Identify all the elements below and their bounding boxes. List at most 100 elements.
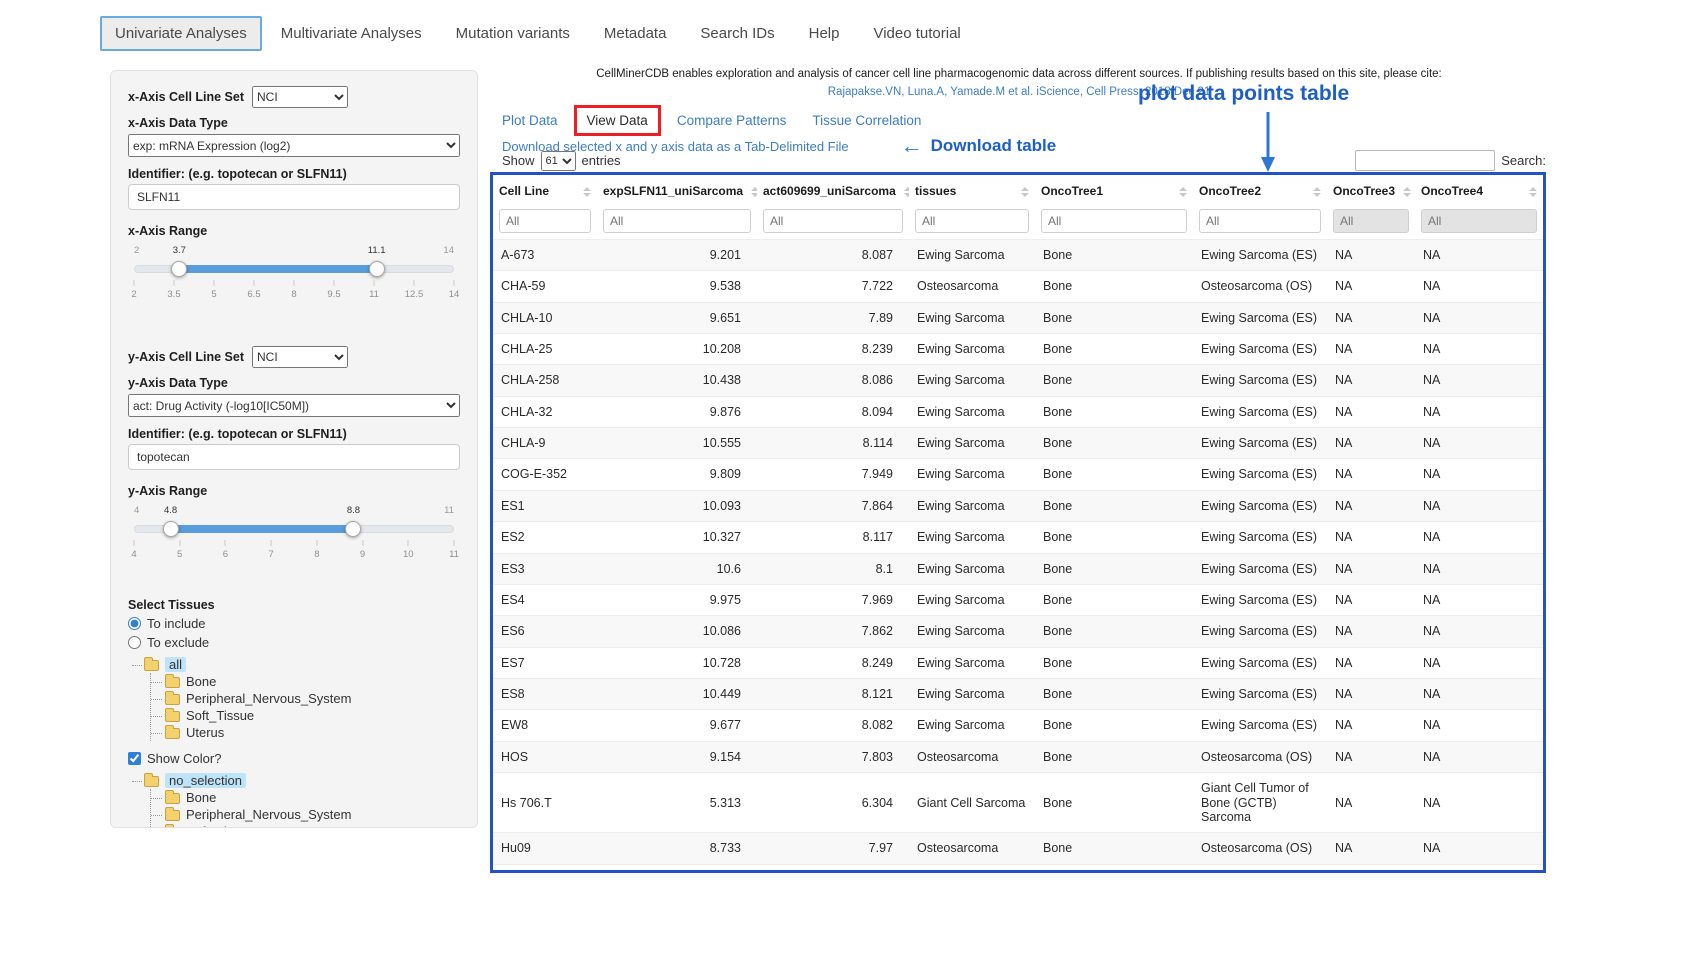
table-cell: Ewing Sarcoma (ES) <box>1193 396 1327 427</box>
citation-text: CellMinerCDB enables exploration and ana… <box>492 66 1546 84</box>
table-cell: NA <box>1415 647 1543 678</box>
slider-tick-label: 8 <box>291 289 296 300</box>
sort-icon[interactable] <box>1529 187 1537 197</box>
tree-node-soft-tissue[interactable]: Soft_Tissue <box>151 707 460 724</box>
folder-icon <box>165 677 180 688</box>
table-cell: NA <box>1327 239 1415 270</box>
table-cell: Bone <box>1035 490 1193 521</box>
slider-handle-from[interactable] <box>163 521 179 537</box>
table-cell: NA <box>1327 522 1415 553</box>
filter-input-act[interactable] <box>763 209 903 233</box>
sort-icon[interactable] <box>583 187 591 197</box>
table-cell: NA <box>1415 773 1543 833</box>
search-input[interactable] <box>1355 150 1495 171</box>
table-cell: Ewing Sarcoma (ES) <box>1193 710 1327 741</box>
table-cell: NA <box>1327 553 1415 584</box>
tree-node-label: Uterus <box>186 725 224 740</box>
table-cell: 8.1 <box>757 553 909 584</box>
table-cell: 8.086 <box>757 365 909 396</box>
tab-univariate-analyses[interactable]: Univariate Analyses <box>100 16 262 51</box>
y-identifier-input[interactable] <box>128 444 460 470</box>
table-cell: Ewing Sarcoma (ES) <box>1193 647 1327 678</box>
y-data-type-label: y-Axis Data Type <box>128 376 460 390</box>
tree-node-no-selection[interactable]: no_selection <box>130 772 460 789</box>
sort-icon[interactable] <box>904 187 909 197</box>
slider-tick <box>174 280 175 286</box>
slider-handle-to[interactable] <box>369 261 385 277</box>
column-header-oncotree2[interactable]: OncoTree2 <box>1193 175 1327 206</box>
y-identifier-label: Identifier: (e.g. topotecan or SLFN11) <box>128 427 460 441</box>
table-cell: NA <box>1327 647 1415 678</box>
table-cell: NA <box>1327 616 1415 647</box>
y-range-slider[interactable]: 4 11 4.8 8.8 4567891011 <box>134 520 454 576</box>
table-cell: 7.864 <box>757 490 909 521</box>
folder-icon <box>144 660 159 671</box>
subtab-tissue-correlation[interactable]: Tissue Correlation <box>812 113 921 128</box>
tree-node-all[interactable]: all <box>130 656 460 673</box>
table-cell: ES7 <box>493 647 597 678</box>
sort-icon[interactable] <box>1313 187 1321 197</box>
tab-mutation-variants[interactable]: Mutation variants <box>441 16 585 51</box>
tree-node-peripheral-nervous-system[interactable]: Peripheral_Nervous_System <box>151 690 460 707</box>
column-header-exp[interactable]: expSLFN11_uniSarcoma <box>597 175 757 206</box>
table-cell: Ewing Sarcoma (ES) <box>1193 679 1327 710</box>
filter-input-oncotree2[interactable] <box>1199 209 1321 233</box>
table-row: A-6739.2018.087Ewing SarcomaBoneEwing Sa… <box>493 239 1543 270</box>
tree-node-bone[interactable]: Bone <box>151 673 460 690</box>
table-cell: Ewing Sarcoma (ES) <box>1193 584 1327 615</box>
filter-input-oncotree1[interactable] <box>1041 209 1187 233</box>
table-cell: 9.876 <box>597 396 757 427</box>
tab-help[interactable]: Help <box>794 16 855 51</box>
table-cell: Ewing Sarcoma <box>909 239 1035 270</box>
sort-icon[interactable] <box>751 187 757 197</box>
x-identifier-input[interactable] <box>128 184 460 210</box>
column-header-cell-line[interactable]: Cell Line <box>493 175 597 206</box>
table-row: CHA-599.5387.722OsteosarcomaBoneOsteosar… <box>493 271 1543 302</box>
slider-handle-from[interactable] <box>171 261 187 277</box>
tab-multivariate-analyses[interactable]: Multivariate Analyses <box>266 16 437 51</box>
column-header-oncotree4[interactable]: OncoTree4 <box>1415 175 1543 206</box>
slider-tick-label: 6 <box>223 549 228 560</box>
y-data-type-select[interactable]: act: Drug Activity (-log10[IC50M]) <box>128 394 460 417</box>
table-cell: 8.082 <box>757 710 909 741</box>
filter-input-tissues[interactable] <box>915 209 1029 233</box>
table-cell: NA <box>1327 333 1415 364</box>
show-color-checkbox[interactable] <box>128 752 141 765</box>
table-cell: Bone <box>1035 833 1193 864</box>
x-cell-line-set-select[interactable]: NCI <box>252 86 348 108</box>
y-cell-line-set-select[interactable]: NCI <box>252 346 348 368</box>
tree-node-soft-tissue[interactable]: Soft_Tissue <box>151 823 460 828</box>
x-data-type-select[interactable]: exp: mRNA Expression (log2) <box>128 134 460 157</box>
filter-input-oncotree4 <box>1421 209 1537 233</box>
x-range-slider[interactable]: 2 14 3.7 11.1 23.556.589.51112.514 <box>134 260 454 316</box>
slider-handle-to[interactable] <box>345 521 361 537</box>
to-include-radio[interactable] <box>128 617 141 630</box>
column-header-act[interactable]: act609699_uniSarcoma <box>757 175 909 206</box>
subtab-compare-patterns[interactable]: Compare Patterns <box>677 113 787 128</box>
tree-node-bone[interactable]: Bone <box>151 789 460 806</box>
table-cell: Bone <box>1035 710 1193 741</box>
column-header-oncotree1[interactable]: OncoTree1 <box>1035 175 1193 206</box>
tab-video-tutorial[interactable]: Video tutorial <box>858 16 975 51</box>
entries-select[interactable]: 61 <box>541 151 576 171</box>
to-exclude-radio[interactable] <box>128 636 141 649</box>
subtab-view-data[interactable]: View Data <box>587 113 648 128</box>
table-cell: KHOS NP <box>493 864 597 873</box>
column-header-tissues[interactable]: tissues <box>909 175 1035 206</box>
subtab-plot-data[interactable]: Plot Data <box>502 113 558 128</box>
sort-icon[interactable] <box>1021 187 1029 197</box>
tab-search-ids[interactable]: Search IDs <box>685 16 789 51</box>
filter-input-exp[interactable] <box>603 209 751 233</box>
table-cell: NA <box>1327 490 1415 521</box>
column-header-oncotree3[interactable]: OncoTree3 <box>1327 175 1415 206</box>
tree-node-uterus[interactable]: Uterus <box>151 724 460 741</box>
to-include-label: To include <box>147 616 206 631</box>
tree-node-peripheral-nervous-system[interactable]: Peripheral_Nervous_System <box>151 806 460 823</box>
tab-metadata[interactable]: Metadata <box>589 16 682 51</box>
table-cell: NA <box>1415 616 1543 647</box>
filter-input-cell-line[interactable] <box>499 209 591 233</box>
annotation-red-box: View Data <box>574 105 661 136</box>
sort-icon[interactable] <box>1179 187 1187 197</box>
table-row: ES110.0937.864Ewing SarcomaBoneEwing Sar… <box>493 490 1543 521</box>
sort-icon[interactable] <box>1403 187 1411 197</box>
